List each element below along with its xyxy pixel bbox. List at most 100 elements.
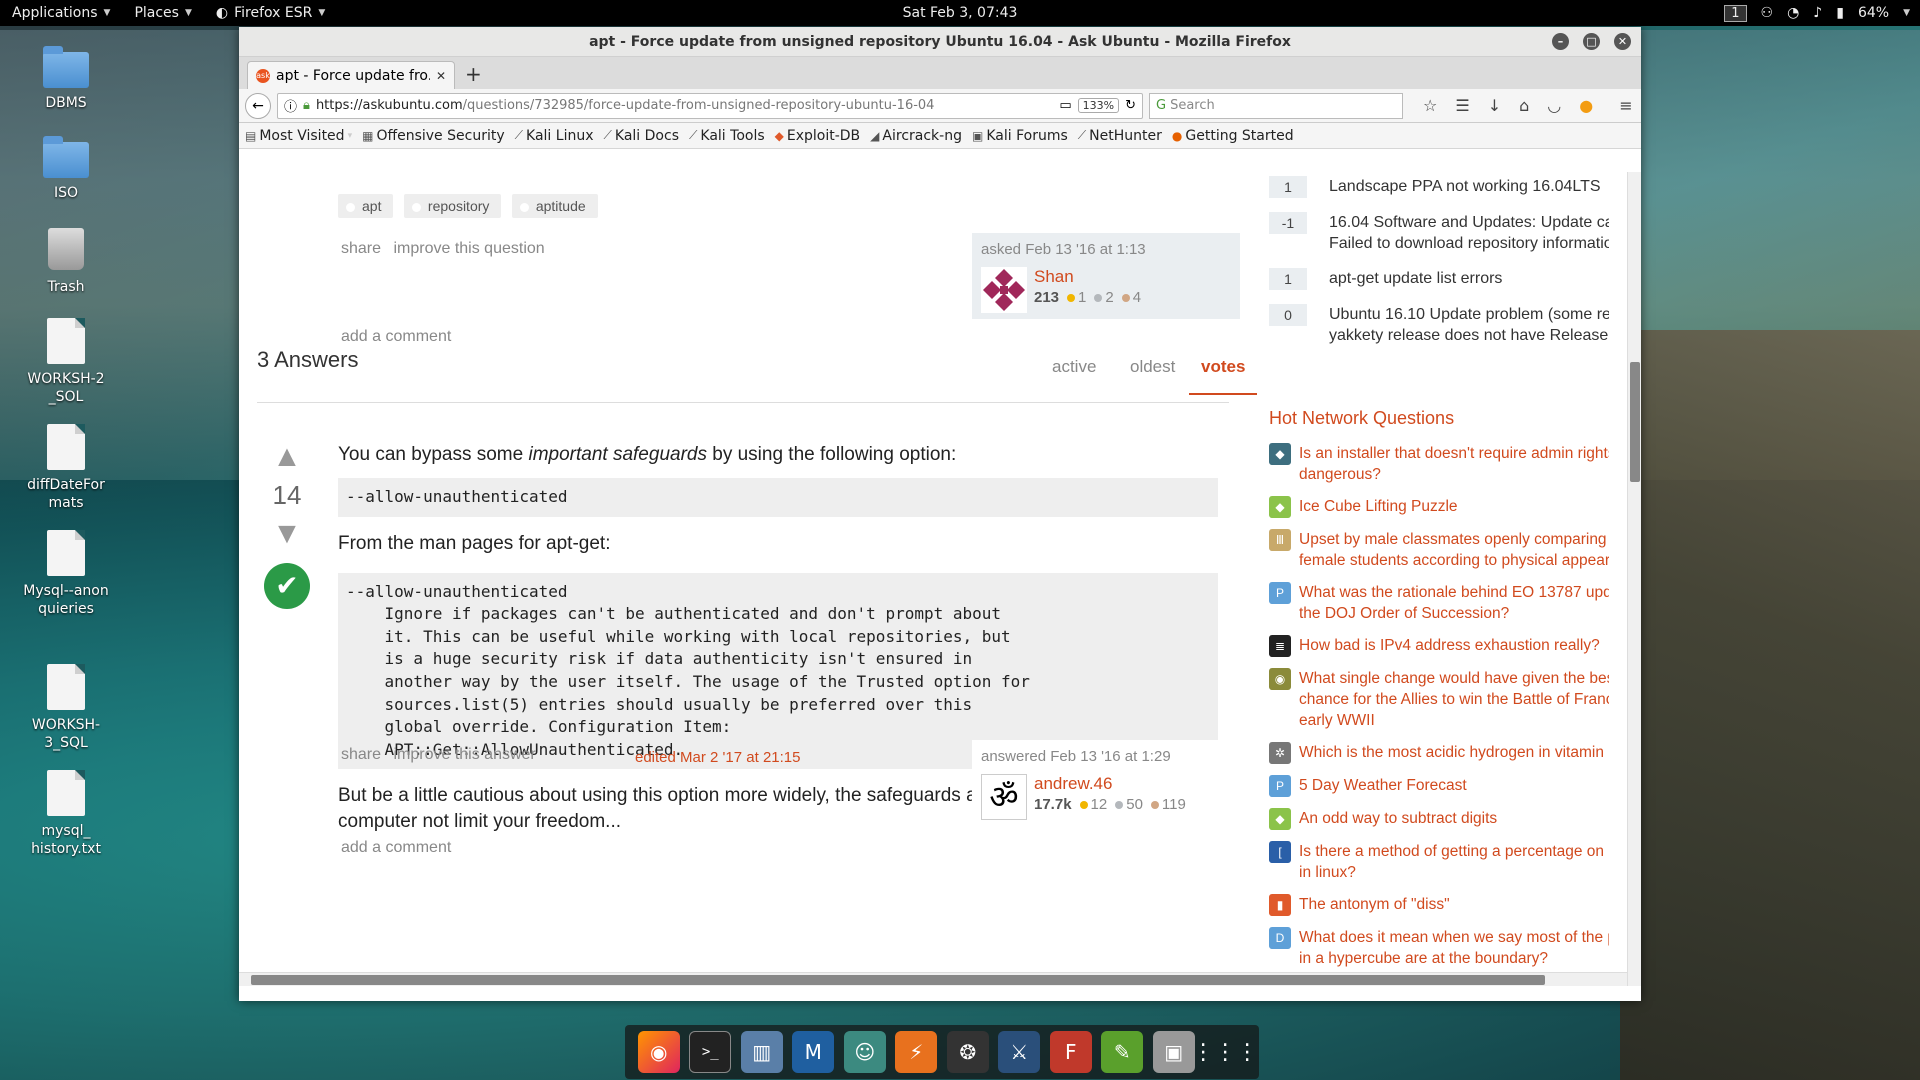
battery-icon[interactable]: ▮: [1836, 5, 1844, 21]
beef-icon[interactable]: ⚔: [998, 1031, 1041, 1073]
back-arrow-icon[interactable]: ←: [245, 92, 271, 119]
hot-item[interactable]: P 5 Day Weather Forecast: [1269, 775, 1609, 797]
share-answer-link[interactable]: share: [341, 746, 381, 763]
system-menu-chevron-icon[interactable]: ▼: [1903, 8, 1910, 18]
hamburger-menu-icon[interactable]: ≡: [1619, 96, 1632, 115]
hot-title-line[interactable]: in a hypercube are at the boundary?: [1299, 950, 1548, 967]
hot-item[interactable]: ◆ An odd way to subtract digits: [1269, 808, 1609, 830]
maximize-icon[interactable]: □: [1583, 33, 1600, 50]
hot-title-line[interactable]: Is an installer that doesn't require adm…: [1299, 445, 1609, 462]
hot-title-line[interactable]: What single change would have given the …: [1299, 670, 1609, 687]
hot-title-line[interactable]: How bad is IPv4 address exhaustion reall…: [1299, 635, 1609, 656]
new-tab-icon[interactable]: +: [465, 62, 482, 86]
reader-view-icon[interactable]: ▭: [1059, 98, 1071, 113]
bookmark-aircrack-ng[interactable]: ◢ Aircrack-ng: [870, 128, 962, 144]
desktop-icon-mysql-anon[interactable]: Mysql--anon quieries: [18, 530, 114, 618]
hot-item[interactable]: [Is there a method of getting a percenta…: [1269, 841, 1609, 883]
maltego-icon[interactable]: ❂: [946, 1031, 989, 1073]
hot-title-line[interactable]: in linux?: [1299, 864, 1356, 881]
hot-title-line[interactable]: Ice Cube Lifting Puzzle: [1299, 496, 1609, 517]
hot-title-line[interactable]: Upset by male classmates openly comparin…: [1299, 531, 1607, 548]
info-icon[interactable]: ⓘ: [284, 96, 297, 115]
related-item[interactable]: -1 16.04 Software and Updates: Update cac…: [1269, 212, 1609, 254]
improve-question-link[interactable]: improve this question: [393, 240, 544, 257]
add-comment-answer[interactable]: add a comment: [341, 839, 451, 857]
avatar[interactable]: ॐ: [981, 774, 1027, 820]
hot-item[interactable]: ✲ Which is the most acidic hydrogen in vi…: [1269, 742, 1609, 764]
clock[interactable]: Sat Feb 3, 07:43: [903, 5, 1018, 21]
hot-title-line[interactable]: 5 Day Weather Forecast: [1299, 775, 1609, 796]
leafpad-icon[interactable]: ✎: [1101, 1031, 1144, 1073]
applications-menu[interactable]: Applications ▼: [0, 0, 122, 26]
bookmark-nethunter[interactable]: ⟋ NetHunter: [1078, 128, 1162, 144]
vertical-scroll-thumb[interactable]: [1630, 362, 1640, 482]
hot-title-line[interactable]: early WWII: [1299, 712, 1375, 729]
bookmark-star-icon[interactable]: ☆: [1423, 96, 1437, 115]
related-title[interactable]: apt-get update list errors: [1329, 268, 1502, 289]
tag-aptitude[interactable]: aptitude: [511, 194, 598, 218]
tab-votes[interactable]: votes: [1189, 357, 1258, 395]
hot-network-title[interactable]: Hot Network Questions: [1269, 408, 1609, 429]
add-comment-question[interactable]: add a comment: [341, 328, 451, 346]
armitage-icon[interactable]: ☺: [843, 1031, 886, 1073]
workspace-indicator[interactable]: 1: [1724, 4, 1747, 22]
bookmark-most-visited[interactable]: ▤ Most Visited ▾: [245, 128, 352, 144]
hot-item[interactable]: D What does it mean when we say most of t…: [1269, 927, 1609, 969]
tab-active[interactable]: active: [1052, 357, 1096, 377]
related-title[interactable]: Ubuntu 16.10 Update problem (some rep: [1329, 306, 1609, 323]
download-icon[interactable]: ↓: [1488, 96, 1501, 115]
edited-link[interactable]: edited Mar 2 '17 at 21:15: [635, 749, 800, 766]
desktop-icon-mysql-history[interactable]: mysql_ history.txt: [18, 770, 114, 858]
tab-close-icon[interactable]: ✕: [436, 69, 446, 83]
places-menu[interactable]: Places ▼: [122, 0, 203, 26]
bookmark-kali-linux[interactable]: ⟋ Kali Linux: [515, 128, 594, 144]
horizontal-scroll-thumb[interactable]: [251, 975, 1545, 985]
hot-item[interactable]: ◉ What single change would have given the…: [1269, 668, 1609, 731]
bookmark-getting-started[interactable]: ● Getting Started: [1172, 128, 1294, 144]
metasploit-icon[interactable]: M: [792, 1031, 835, 1073]
desktop-icon-diffdateformats[interactable]: diffDateFor mats: [18, 424, 114, 512]
url-text[interactable]: https://askubuntu.com/questions/732985/f…: [316, 98, 1053, 113]
hot-item[interactable]: ≣ How bad is IPv4 address exhaustion real…: [1269, 635, 1609, 657]
search-input[interactable]: G Search: [1149, 92, 1403, 119]
desktop-icon-worksh3[interactable]: WORKSH-3_SQL: [18, 664, 114, 752]
related-title-line2[interactable]: Failed to download repository informatio…: [1329, 235, 1609, 252]
hot-item[interactable]: ▮ The antonym of "diss": [1269, 894, 1609, 916]
hot-title-line[interactable]: What was the rationale behind EO 13787 u…: [1299, 584, 1609, 601]
users-icon[interactable]: ⚇: [1761, 5, 1774, 21]
tab-askubuntu[interactable]: ask apt - Force update fro... ✕: [247, 61, 455, 89]
avatar[interactable]: [981, 267, 1027, 313]
vertical-scrollbar[interactable]: [1627, 172, 1641, 986]
files-icon[interactable]: ▥: [740, 1031, 783, 1073]
horizontal-scrollbar[interactable]: [239, 972, 1627, 986]
related-item[interactable]: 0 Ubuntu 16.10 Update problem (some rep ya…: [1269, 304, 1609, 346]
tag-apt[interactable]: apt: [338, 194, 394, 218]
volume-icon[interactable]: ♪: [1813, 5, 1822, 21]
related-item[interactable]: 1 Landscape PPA not working 16.04LTS: [1269, 176, 1609, 198]
bookmarks-list-icon[interactable]: ☰: [1455, 96, 1469, 115]
bookmark-kali-docs[interactable]: ⟋ Kali Docs: [604, 128, 680, 144]
bookmark-exploit-db[interactable]: ◆ Exploit-DB: [775, 128, 861, 144]
reload-icon[interactable]: ↻: [1125, 98, 1136, 113]
screenshot-icon[interactable]: ▣: [1152, 1031, 1195, 1073]
hot-title-line[interactable]: What does it mean when we say most of th…: [1299, 929, 1609, 946]
related-title[interactable]: Landscape PPA not working 16.04LTS: [1329, 176, 1601, 197]
improve-answer-link[interactable]: improve this answer: [393, 746, 535, 763]
faraday-icon[interactable]: F: [1049, 1031, 1092, 1073]
bookmark-offensive-security[interactable]: ▦ Offensive Security: [362, 128, 505, 144]
hot-title-line[interactable]: the DOJ Order of Succession?: [1299, 605, 1509, 622]
terminal-icon[interactable]: >_: [689, 1031, 732, 1073]
upvote-arrow-icon[interactable]: ▲: [263, 442, 311, 472]
show-apps-icon[interactable]: ⋮⋮⋮: [1192, 1031, 1258, 1073]
desktop-icon-trash[interactable]: Trash: [18, 228, 114, 296]
hot-title-line[interactable]: female students according to physical ap…: [1299, 552, 1609, 569]
home-icon[interactable]: ⌂: [1519, 96, 1529, 115]
close-icon[interactable]: ✕: [1614, 33, 1631, 50]
hot-title-line[interactable]: The antonym of "diss": [1299, 894, 1609, 915]
hot-title-line[interactable]: An odd way to subtract digits: [1299, 808, 1609, 829]
answer-user-name[interactable]: andrew.46: [1034, 774, 1112, 794]
tag-repository[interactable]: repository: [403, 194, 502, 218]
hot-item[interactable]: P What was the rationale behind EO 13787 …: [1269, 582, 1609, 624]
hot-title-line[interactable]: Which is the most acidic hydrogen in vit…: [1299, 742, 1609, 763]
burpsuite-icon[interactable]: ⚡: [895, 1031, 938, 1073]
